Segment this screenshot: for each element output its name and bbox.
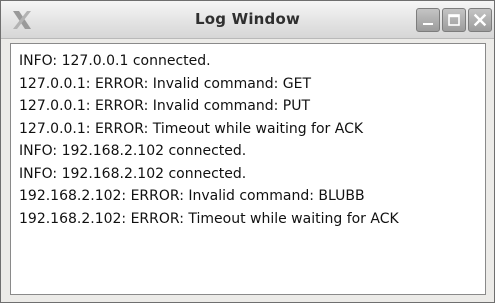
- window-controls: [416, 8, 492, 32]
- log-line: 127.0.0.1: ERROR: Timeout while waiting …: [19, 120, 364, 137]
- log-line: INFO: 192.168.2.102 connected.: [19, 143, 247, 159]
- log-line: 127.0.0.1: ERROR: Invalid command: PUT: [19, 98, 311, 114]
- log-line: 192.168.2.102: ERROR: Invalid command: B…: [19, 188, 365, 204]
- log-window: Log Window INFO: 127.0.0.1 connected. 12…: [0, 0, 495, 303]
- maximize-icon: [448, 14, 460, 26]
- title-bar[interactable]: Log Window: [1, 1, 494, 39]
- close-button[interactable]: [468, 8, 492, 32]
- log-line: 127.0.0.1: ERROR: Invalid command: GET: [19, 75, 312, 92]
- log-line: INFO: 127.0.0.1 connected.: [19, 53, 211, 69]
- log-text-area[interactable]: INFO: 127.0.0.1 connected. 127.0.0.1: ER…: [10, 43, 486, 295]
- log-line: 192.168.2.102: ERROR: Timeout while wait…: [19, 210, 399, 227]
- minimize-button[interactable]: [416, 8, 440, 32]
- log-line: INFO: 192.168.2.102 connected.: [19, 165, 247, 182]
- maximize-button[interactable]: [442, 8, 466, 32]
- close-icon: [473, 13, 487, 27]
- minimize-icon: [423, 23, 433, 25]
